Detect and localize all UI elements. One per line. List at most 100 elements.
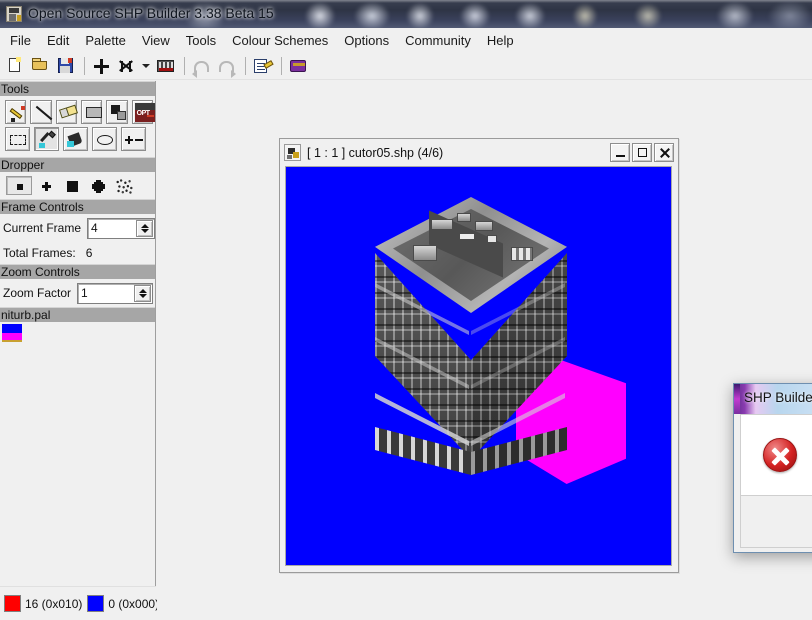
palette-swatches[interactable] [0,322,155,342]
sprite-canvas[interactable] [286,167,671,565]
tools-row-2 [5,127,153,151]
roof-panel [459,233,475,240]
eraser-tool[interactable] [55,100,78,124]
small-square-icon [17,184,23,190]
roof-box-left [413,245,437,261]
colour-dropper-tool[interactable] [34,127,59,151]
marquee-select-tool[interactable] [5,127,30,151]
rectangle-tool[interactable] [80,100,103,124]
mdi-client-area: [ 1 : 1 ] cutor05.shp (4/6) SHP Builder [157,81,812,620]
dropdown-arrow-icon[interactable] [140,55,152,77]
brush-diamond[interactable] [84,176,110,195]
optimize-tool[interactable]: OPT [131,100,155,124]
brush-plus[interactable] [32,176,58,195]
filmstrip-icon[interactable] [154,55,177,77]
close-icon[interactable] [654,143,674,162]
zoom-controls-header: Zoom Controls [0,264,155,279]
dropper-group-header: Dropper [0,157,155,172]
paint-bucket-tool[interactable] [63,127,88,151]
menubar: File Edit Palette View Tools Colour Sche… [0,28,812,52]
current-frame-input[interactable] [88,219,143,237]
app-icon [6,6,22,22]
menu-view[interactable]: View [134,30,178,51]
document-titlebar[interactable]: [ 1 : 1 ] cutor05.shp (4/6) [282,141,676,164]
paint-bucket-icon [67,132,85,147]
toolbar-separator-4 [281,56,282,75]
total-frames-row: Total Frames: 6 [0,242,155,264]
plus-minus-icon [125,135,144,144]
save-file-icon[interactable] [54,55,77,77]
palette-header: niturb.pal [0,307,155,322]
roof-skylight [511,247,533,261]
zoom-factor-input[interactable] [78,284,133,302]
dialog-title: SHP Builder [744,390,812,405]
minimize-icon[interactable] [610,143,630,162]
zoom-factor-label: Zoom Factor [3,286,72,300]
menu-colour-schemes[interactable]: Colour Schemes [224,30,336,51]
current-frame-label: Current Frame [3,221,82,235]
menu-community[interactable]: Community [397,30,479,51]
palette-swatch-blue[interactable] [2,324,22,333]
brush-dot[interactable] [6,176,32,195]
pencil-tool[interactable] [5,100,27,124]
brush-noise[interactable] [110,176,136,195]
document-window-buttons [610,143,676,162]
shapes-icon [111,105,127,121]
pencil-icon [9,105,26,122]
menu-help[interactable]: Help [479,30,522,51]
add-frame-icon[interactable] [90,55,113,77]
primary-colour-swatch[interactable] [4,595,21,612]
primary-colour-label: 16 (0x010) [25,596,83,611]
plus-minus-tool[interactable] [121,127,146,151]
document-title: [ 1 : 1 ] cutor05.shp (4/6) [307,145,444,160]
total-frames-value: 6 [85,246,93,260]
noise-icon [116,179,133,194]
toolbar-separator-2 [184,56,185,75]
ellipse-tool[interactable] [92,127,117,151]
dialog-titlebar[interactable]: SHP Builder [734,384,812,414]
current-frame-spin-arrows[interactable] [136,219,153,237]
rectangle-icon [85,107,102,118]
zoom-factor-row: Zoom Factor [0,279,155,307]
titlebar-highlight [0,0,812,3]
secondary-colour-status[interactable]: 0 (0x000) [87,595,159,612]
secondary-colour-swatch[interactable] [87,595,105,612]
shp-document-icon [284,144,301,161]
eyedropper-icon [38,130,56,149]
roof-vent-3 [475,221,493,231]
building-sprite [371,189,626,484]
redo-icon [215,55,238,78]
window-titlebar: Open Source SHP Builder 3.38 Beta 15 [0,0,812,28]
total-frames-label: Total Frames: [3,246,76,260]
marquee-icon [10,135,26,145]
status-bar: 16 (0x010) 0 (0x000) [0,586,159,620]
secondary-colour-label: 0 (0x000) [108,596,160,611]
brush-square[interactable] [58,176,84,195]
error-dialog: SHP Builder Range check error. OK [733,383,812,553]
book-icon[interactable] [287,55,310,77]
menu-file[interactable]: File [2,30,39,51]
diamond-icon [92,180,105,193]
zoom-factor-spin-arrows[interactable] [134,284,152,302]
error-icon [763,438,797,472]
mesh-icon[interactable] [115,55,138,77]
ellipse-icon [97,135,113,145]
menu-tools[interactable]: Tools [178,30,224,51]
menu-edit[interactable]: Edit [39,30,77,51]
open-file-icon[interactable] [29,55,52,77]
menu-palette[interactable]: Palette [77,30,133,51]
properties-icon[interactable] [251,55,274,77]
line-tool[interactable] [30,100,52,124]
primary-colour-status[interactable]: 16 (0x010) [4,595,82,612]
maximize-icon[interactable] [632,143,652,162]
current-frame-stepper[interactable] [87,217,155,239]
window-title: Open Source SHP Builder 3.38 Beta 15 [28,5,274,21]
menu-options[interactable]: Options [336,30,397,51]
new-file-icon[interactable] [4,55,27,77]
undo-icon [190,55,213,78]
zoom-factor-stepper[interactable] [77,282,154,304]
toolbar-separator-1 [84,56,85,75]
sprite-canvas-frame[interactable] [285,166,672,566]
shape-fill-tool[interactable] [106,100,128,124]
palette-swatch-magenta[interactable] [2,333,22,342]
